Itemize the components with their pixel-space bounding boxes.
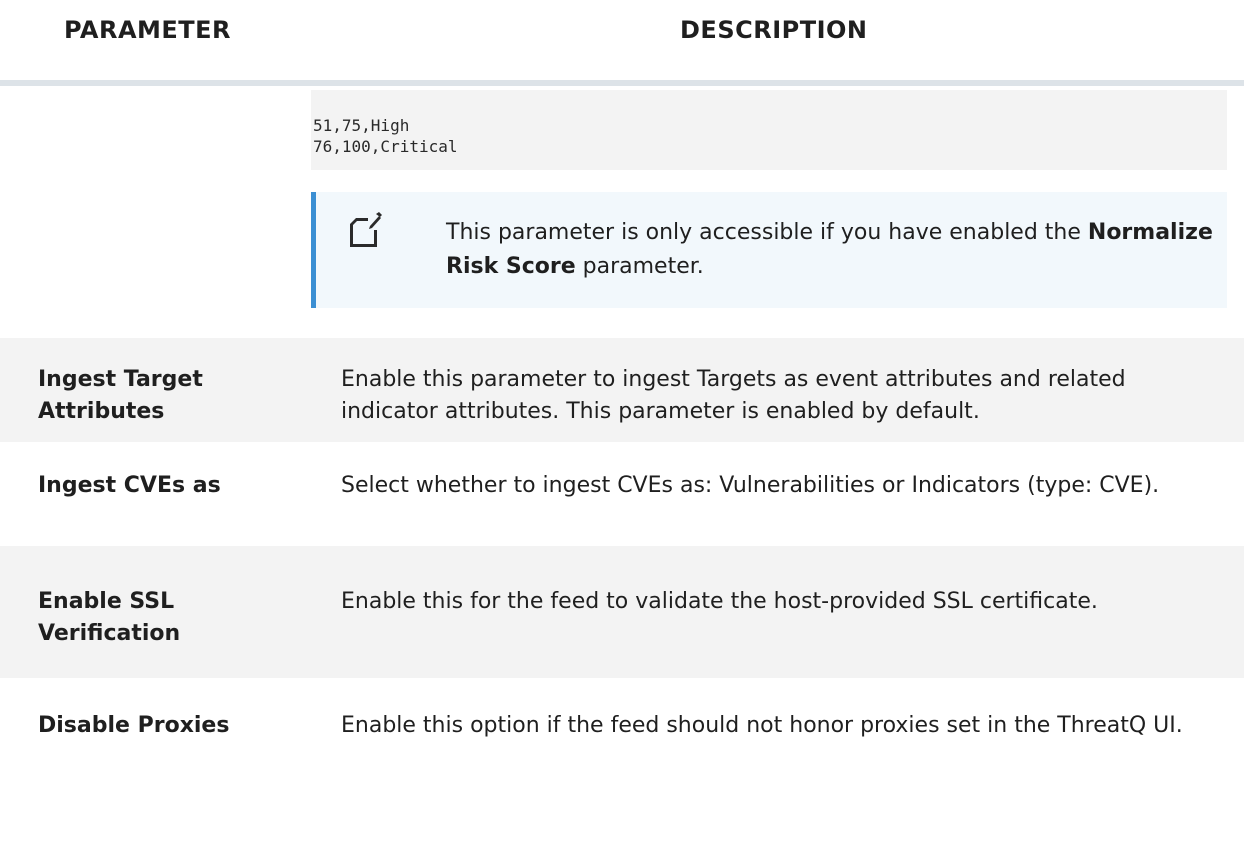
note-callout: This parameter is only accessible if you… (311, 192, 1227, 308)
note-text-prefix: This parameter is only accessible if you… (446, 220, 1081, 245)
row-description: Enable this option if the feed should no… (341, 713, 1183, 738)
row-parameter: Enable SSL Verification (38, 589, 181, 646)
header-parameter: PARAMETER (64, 16, 232, 44)
row-parameter: Disable Proxies (38, 713, 230, 738)
note-text-suffix: parameter. (575, 254, 704, 279)
table-row: Ingest Target Attributes Enable this par… (0, 338, 1244, 442)
risk-mapping-code-block: 51,75,High 76,100,Critical (311, 90, 1227, 170)
row-description: Enable this parameter to ingest Targets … (341, 367, 1126, 424)
table-row: Ingest CVEs as Select whether to ingest … (0, 442, 1244, 546)
note-text: This parameter is only accessible if you… (446, 216, 1226, 284)
header-description: DESCRIPTION (680, 16, 868, 44)
table-row: Disable Proxies Enable this option if th… (0, 678, 1244, 867)
row-description: Select whether to ingest CVEs as: Vulner… (341, 473, 1160, 498)
table-header: PARAMETER DESCRIPTION (0, 0, 1244, 86)
note-edit-icon (350, 212, 382, 247)
row-parameter: Ingest Target Attributes (38, 367, 203, 424)
table-row: Enable SSL Verification Enable this for … (0, 546, 1244, 678)
row-parameter: Ingest CVEs as (38, 473, 221, 498)
row-description: Enable this for the feed to validate the… (341, 589, 1098, 614)
parameter-table: PARAMETER DESCRIPTION 51,75,High 76,100,… (0, 0, 1244, 867)
